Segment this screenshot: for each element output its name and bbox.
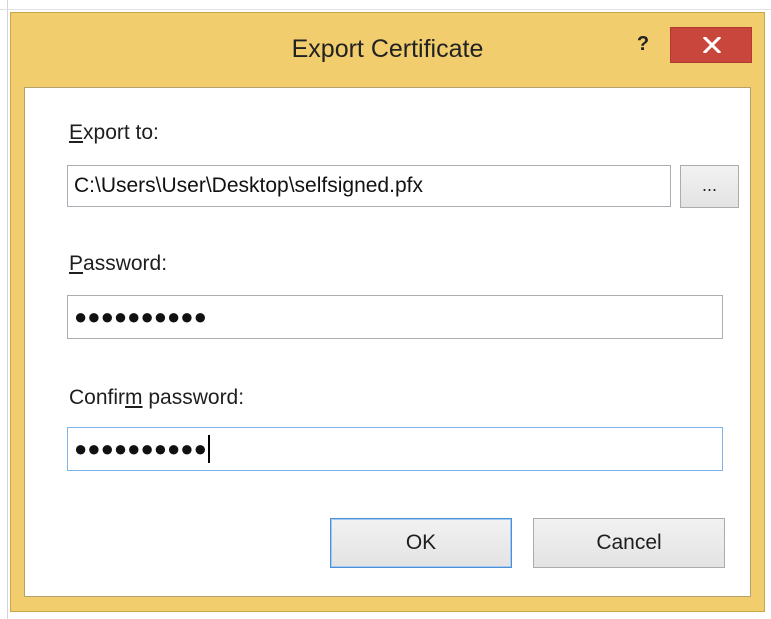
- confirm-password-label-accelerator: m: [125, 386, 143, 409]
- cancel-button[interactable]: Cancel: [533, 518, 725, 568]
- close-button[interactable]: [670, 27, 752, 63]
- background-edge-left: [7, 0, 8, 619]
- text-caret: [207, 435, 210, 463]
- confirm-password-label-text: password:: [142, 386, 245, 409]
- export-to-label: Export to:: [69, 121, 159, 145]
- password-label: Password:: [69, 252, 167, 276]
- export-certificate-dialog: Export Certificate ? Export to: C:\Users…: [10, 12, 765, 612]
- help-button[interactable]: ?: [623, 29, 663, 63]
- title-bar[interactable]: Export Certificate ?: [11, 13, 764, 87]
- background-edge-top: [0, 9, 771, 10]
- export-path-value: C:\Users\User\Desktop\selfsigned.pfx: [74, 174, 423, 197]
- export-to-label-text: xport to:: [83, 121, 159, 144]
- close-icon: [703, 37, 721, 53]
- export-to-label-accelerator: E: [69, 121, 84, 144]
- confirm-password-masked-value: ●●●●●●●●●●: [74, 436, 207, 461]
- dialog-body: Export to: C:\Users\User\Desktop\selfsig…: [24, 87, 751, 597]
- password-label-accelerator: P: [69, 252, 84, 275]
- password-input[interactable]: ●●●●●●●●●●: [67, 295, 723, 339]
- confirm-password-label: Confirm password:: [69, 386, 244, 410]
- password-label-text: assword:: [83, 252, 168, 275]
- confirm-password-input[interactable]: ●●●●●●●●●●: [67, 427, 723, 471]
- password-masked-value: ●●●●●●●●●●: [74, 304, 207, 329]
- export-path-input[interactable]: C:\Users\User\Desktop\selfsigned.pfx: [67, 165, 671, 207]
- browse-button[interactable]: ...: [680, 165, 739, 208]
- ok-button[interactable]: OK: [330, 518, 512, 568]
- confirm-password-label-pre: Confir: [69, 386, 126, 409]
